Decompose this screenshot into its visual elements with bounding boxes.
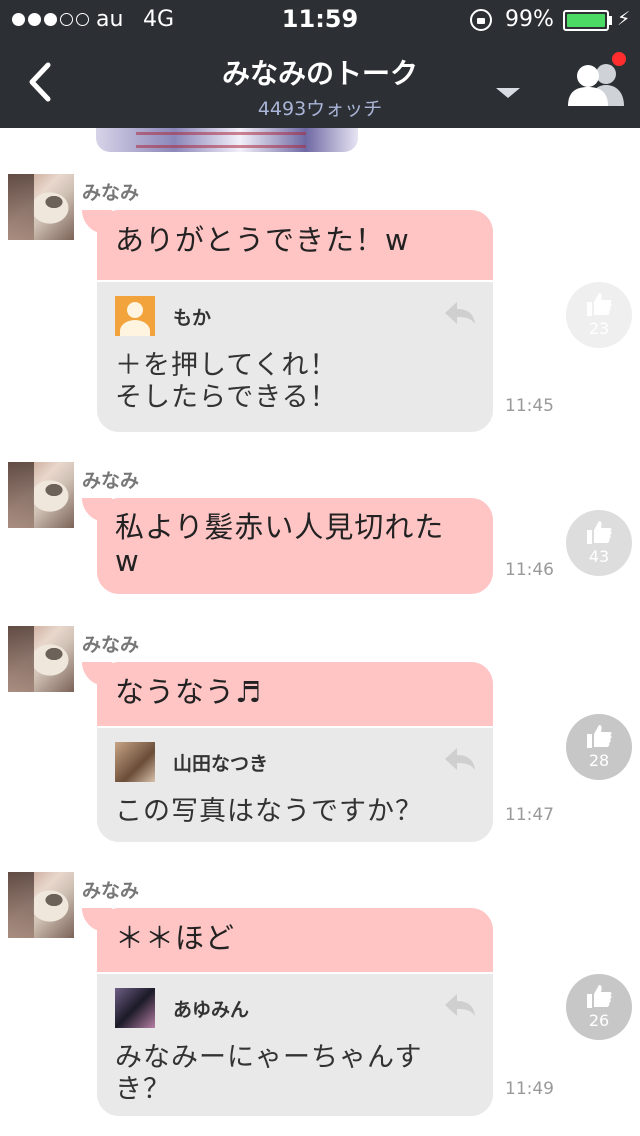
thumb-icon [587, 725, 612, 748]
timestamp: 11:49 [505, 1079, 554, 1099]
quoted-reply[interactable]: 山田なつき この写真はなうですか？ [97, 726, 493, 842]
thumb-icon [587, 985, 612, 1008]
sender-name: みなみ [82, 182, 140, 204]
like-button[interactable]: 43 [566, 510, 632, 576]
bolt-icon: ⚡ [617, 8, 631, 30]
previous-message-image[interactable] [96, 128, 358, 152]
avatar[interactable] [8, 626, 74, 692]
battery-icon [563, 10, 609, 31]
reply-arrow-icon[interactable] [443, 300, 477, 326]
members-icon[interactable] [566, 60, 626, 106]
avatar[interactable] [8, 462, 74, 528]
avatar[interactable] [8, 174, 74, 240]
reply-name: もか [173, 306, 212, 329]
rotation-lock-icon [470, 9, 492, 31]
like-button[interactable]: 28 [566, 714, 632, 780]
quoted-reply[interactable]: あゆみん みなみーにゃーちゃんす き？ [97, 972, 493, 1116]
notification-badge [612, 52, 626, 66]
dropdown-icon[interactable] [496, 88, 520, 98]
reply-name: 山田なつき [173, 752, 269, 775]
reply-avatar [115, 988, 155, 1028]
reply-avatar [115, 742, 155, 782]
reply-arrow-icon[interactable] [443, 992, 477, 1018]
thumb-icon [587, 293, 612, 316]
watch-count: 4493ウォッチ [257, 98, 383, 120]
quoted-reply[interactable]: もか ＋を押してくれ！ そしたらできる！ [97, 280, 493, 432]
like-count: 28 [588, 751, 610, 770]
message-text: なうなう♬ [97, 662, 493, 726]
timestamp: 11:47 [505, 805, 554, 825]
like-count: 26 [588, 1011, 610, 1030]
timestamp: 11:45 [505, 396, 554, 416]
message-bubble[interactable]: ＊＊ほど あゆみん みなみーにゃーちゃんす き？ [97, 908, 493, 1116]
reply-text: ＋を押してくれ！ そしたらできる！ [115, 350, 338, 413]
like-count: 43 [588, 547, 610, 566]
timestamp: 11:46 [505, 560, 554, 580]
message-bubble[interactable]: なうなう♬ 山田なつき この写真はなうですか？ [97, 662, 493, 842]
sender-name: みなみ [82, 634, 140, 656]
message-bubble[interactable]: ありがとうできた！w もか ＋を押してくれ！ そしたらできる！ [97, 210, 493, 432]
reply-avatar [115, 296, 155, 336]
avatar[interactable] [8, 872, 74, 938]
reply-name: あゆみん [173, 998, 250, 1021]
like-button[interactable]: 23 [566, 282, 632, 348]
like-count: 23 [588, 319, 610, 338]
message-text: ありがとうできた！w [97, 210, 493, 280]
sender-name: みなみ [82, 880, 140, 902]
reply-arrow-icon[interactable] [443, 746, 477, 772]
message-text: ＊＊ほど [97, 908, 493, 972]
reply-text: みなみーにゃーちゃんす き？ [115, 1042, 423, 1105]
page-title: みなみのトーク [221, 57, 418, 90]
like-button[interactable]: 26 [566, 974, 632, 1040]
top-bar: au 4G 11:59 99% ⚡ みなみのトーク 4493ウォッチ [0, 0, 640, 128]
thumb-icon [587, 521, 612, 544]
status-bar: au 4G 11:59 99% ⚡ [0, 0, 640, 40]
reply-text: この写真はなうですか？ [115, 796, 423, 827]
message-text: 私より髪赤い人見切れた w [97, 498, 493, 594]
message-bubble[interactable]: 私より髪赤い人見切れた w [97, 498, 493, 594]
battery-level [567, 14, 605, 27]
battery-percentage: 99% [505, 7, 554, 32]
sender-name: みなみ [82, 470, 140, 492]
